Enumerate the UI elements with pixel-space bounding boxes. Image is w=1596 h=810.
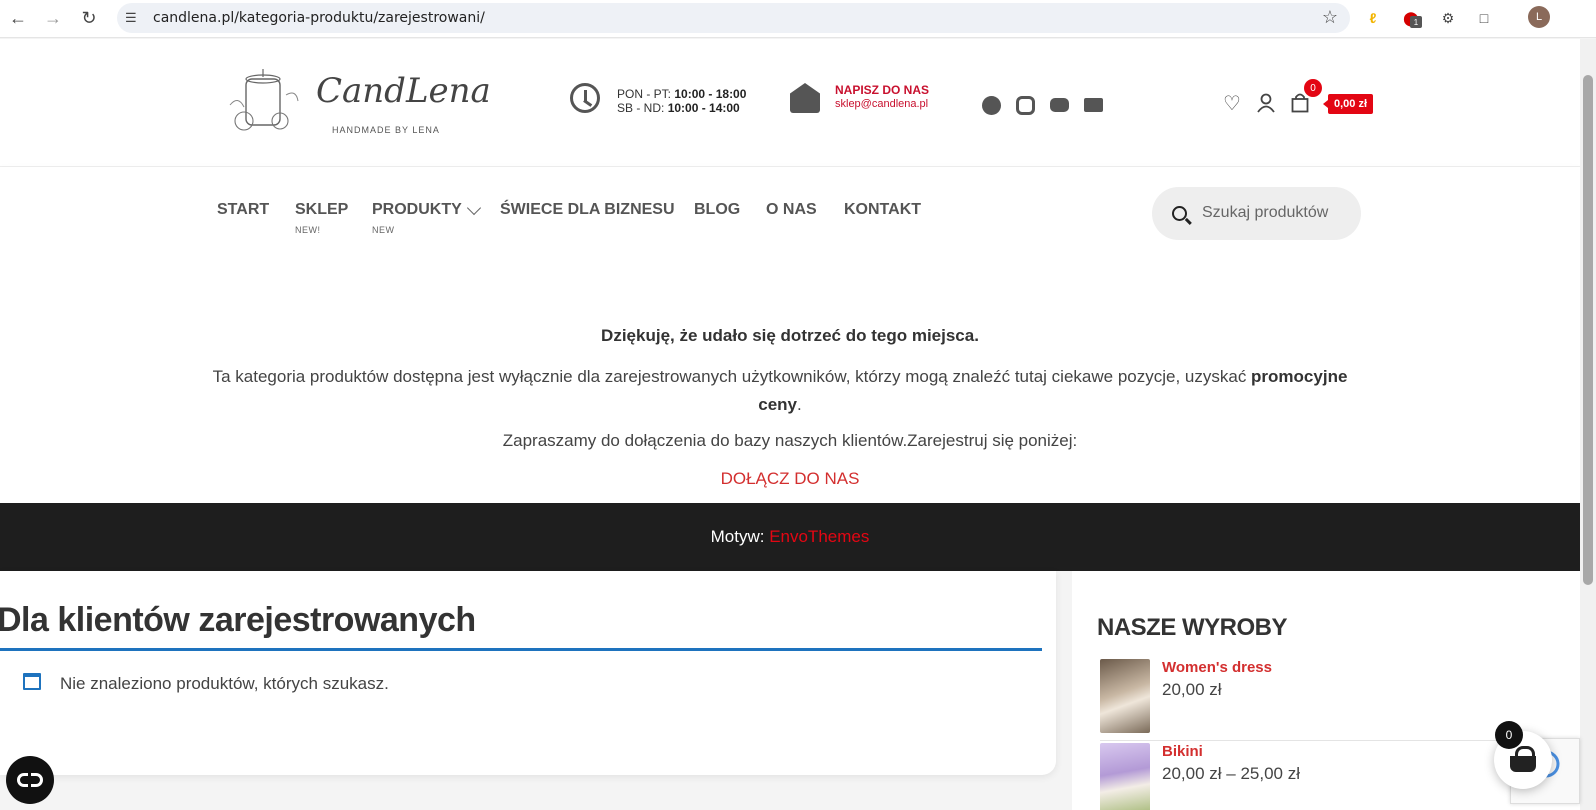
weekend-hours: SB - ND: 10:00 - 14:00 — [617, 101, 740, 115]
address-bar[interactable]: ☰ candlena.pl/kategoria-produktu/zarejes… — [117, 3, 1350, 33]
web-page: CandLena HANDMADE BY LENA PON - PT: 10:0… — [0, 39, 1580, 810]
product-search[interactable] — [1152, 187, 1361, 240]
theme-footer-bar: Motyw: EnvoThemes — [0, 503, 1580, 571]
site-settings-icon[interactable]: ☰ — [125, 10, 143, 26]
nav-item-produkty[interactable]: PRODUKTY — [372, 201, 462, 219]
product-price: 20,00 zł – 25,00 zł — [1162, 764, 1300, 783]
page-title: Dla klientów zarejestrowanych — [0, 601, 476, 639]
cart-total[interactable]: 0,00 zł — [1322, 94, 1374, 114]
nav-item-swiece-dla-biznesu[interactable]: ŚWIECE DLA BIZNESU — [500, 201, 675, 219]
product-thumbnail[interactable] — [1100, 743, 1150, 810]
back-arrow-icon[interactable]: ← — [6, 6, 30, 30]
extension-count-badge: 1 — [1410, 16, 1422, 28]
extensions-menu-icon[interactable]: □ — [1473, 7, 1495, 29]
bookmark-star-icon[interactable]: ☆ — [1322, 7, 1338, 28]
accessibility-button[interactable] — [6, 756, 54, 804]
facebook-icon[interactable] — [980, 94, 1002, 116]
accessibility-icon — [17, 773, 43, 787]
weekend-label: SB - ND: — [617, 101, 665, 115]
join-link: DOŁĄCZ DO NAS — [0, 469, 1580, 489]
youtube-icon[interactable] — [1048, 94, 1070, 116]
nav-item-blog[interactable]: BLOG — [694, 201, 740, 219]
clock-icon — [570, 83, 600, 113]
notice-body-text: Ta kategoria produktów dostępna jest wył… — [212, 367, 1252, 386]
nav-badge-sklep: NEW! — [295, 225, 321, 235]
nav-item-o-nas[interactable]: O NAS — [766, 201, 817, 219]
join-link-text[interactable]: DOŁĄCZ DO NAS — [721, 469, 860, 488]
site-logo[interactable]: CandLena HANDMADE BY LENA — [224, 63, 491, 141]
url-text[interactable]: candlena.pl/kategoria-produktu/zarejestr… — [153, 10, 485, 26]
floating-cart-count: 0 — [1495, 721, 1523, 749]
nav-item-sklep[interactable]: SKLEP — [295, 201, 348, 219]
wishlist-heart-icon[interactable]: ♡ — [1220, 91, 1244, 115]
chevron-down-icon[interactable] — [466, 200, 482, 216]
notice-body-end: . — [797, 395, 802, 414]
contact-email[interactable]: sklep@candlena.pl — [835, 98, 928, 110]
envelope-icon — [790, 83, 820, 113]
title-divider — [0, 648, 1042, 651]
contact-title[interactable]: NAPISZ DO NAS — [835, 83, 929, 97]
nav-item-kontakt[interactable]: KONTAKT — [844, 201, 921, 219]
nav-item-start[interactable]: START — [217, 201, 269, 219]
theme-credit: Motyw: EnvoThemes — [0, 527, 1580, 547]
puzzle-extension-icon[interactable]: ⚙ — [1437, 7, 1459, 29]
basket-icon — [1510, 746, 1536, 772]
weekday-label: PON - PT: — [617, 87, 672, 101]
cart-count-badge: 0 — [1304, 79, 1322, 97]
weekend-time: 10:00 - 14:00 — [667, 101, 740, 115]
candle-illustration-icon — [229, 69, 299, 131]
product-name[interactable]: Women's dress — [1162, 659, 1272, 676]
nav-badge-produkty: NEW — [372, 225, 395, 235]
logo-script-text: CandLena — [316, 71, 491, 111]
theme-credit-link[interactable]: EnvoThemes — [769, 527, 869, 546]
notice-invite: Zapraszamy do dołączenia do bazy naszych… — [502, 431, 1078, 450]
browser-toolbar: ← → ↻ ☰ candlena.pl/kategoria-produktu/z… — [0, 0, 1596, 38]
product-name[interactable]: Bikini — [1162, 743, 1203, 760]
notice-body: Ta kategoria produktów dostępna jest wył… — [210, 363, 1350, 419]
no-products-message: Nie znaleziono produktów, których szukas… — [60, 674, 389, 693]
reload-icon[interactable]: ↻ — [77, 6, 101, 30]
instagram-icon[interactable] — [1014, 94, 1036, 116]
search-input[interactable] — [1202, 201, 1352, 225]
widget-title: NASZE WYROBY — [1097, 614, 1288, 641]
page-scrollbar[interactable] — [1580, 39, 1596, 810]
weekday-time: 10:00 - 18:00 — [674, 87, 747, 101]
forward-arrow-icon[interactable]: → — [41, 6, 65, 30]
weekday-hours: PON - PT: 10:00 - 18:00 — [617, 87, 746, 101]
product-price: 20,00 zł — [1162, 680, 1222, 699]
site-header: CandLena HANDMADE BY LENA PON - PT: 10:0… — [0, 39, 1580, 167]
window-info-icon — [23, 673, 41, 690]
theme-credit-label: Motyw: — [710, 527, 770, 546]
notice-heading: Dziękuję, że udało się dotrzeć do tego m… — [601, 326, 979, 345]
extension-icon[interactable]: ℓ — [1362, 7, 1384, 29]
email-icon[interactable] — [1082, 94, 1104, 116]
logo-tagline: HANDMADE BY LENA — [332, 125, 440, 135]
registered-notice: Dziękuję, że udało się dotrzeć do tego m… — [0, 258, 1580, 503]
search-icon[interactable] — [1172, 206, 1187, 221]
main-content: Dla klientów zarejestrowanych Nie znalez… — [0, 571, 1056, 775]
account-user-icon[interactable] — [1254, 91, 1278, 115]
profile-avatar[interactable]: L — [1528, 6, 1550, 28]
product-thumbnail[interactable] — [1100, 659, 1150, 733]
scrollbar-thumb[interactable] — [1583, 75, 1593, 585]
